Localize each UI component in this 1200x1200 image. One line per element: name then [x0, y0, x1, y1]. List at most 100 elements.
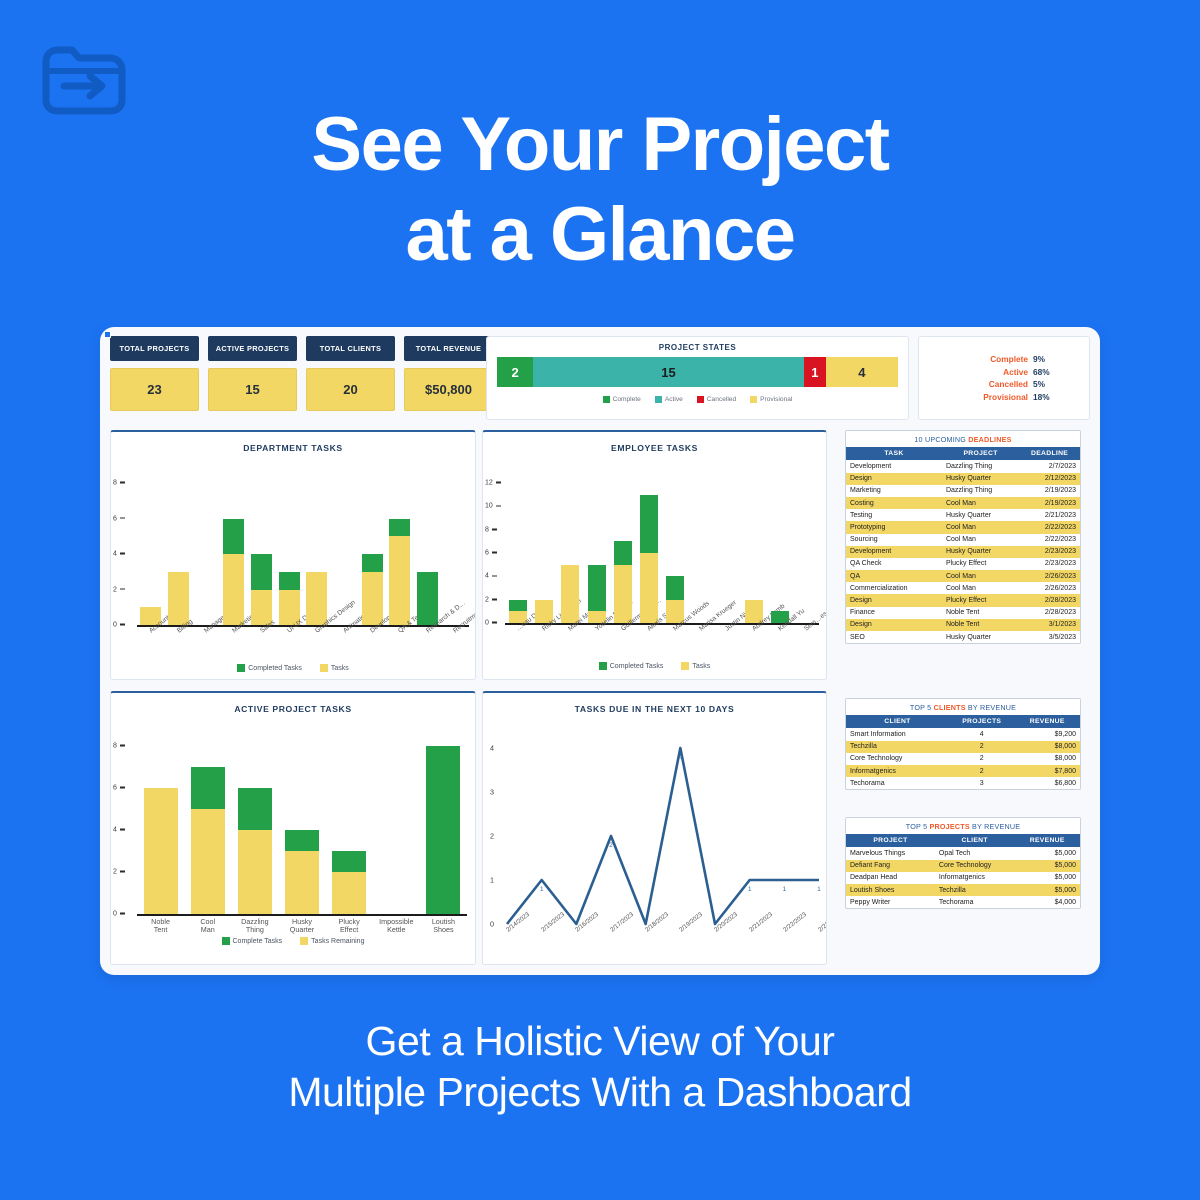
footer-line-1: Get a Holistic View of Your: [365, 1018, 835, 1064]
bar-segment-completed: [509, 599, 528, 612]
data-point-label: 1: [747, 886, 752, 893]
bar-column: [237, 788, 272, 914]
table-cell: Husky Quarter: [941, 472, 1020, 485]
table-row: Loutish Shoes Techzilla $5,000: [846, 883, 1080, 897]
table-cell: 4: [979, 730, 984, 738]
table-row: Techzilla 2 $8,000: [846, 740, 1080, 753]
table-cell: 2/19/2023: [1019, 496, 1080, 510]
y-axis-tick: 6: [113, 515, 475, 522]
data-point-label: 1: [539, 886, 544, 893]
table-cell: Opal Tech: [938, 849, 971, 857]
bar-column: [587, 564, 606, 623]
footer-line-2: Multiple Projects With a Dashboard: [288, 1069, 912, 1116]
legend-swatch: [654, 396, 662, 403]
table-row: Commercialization Cool Man 2/26/2023: [846, 582, 1080, 594]
table-row: Smart Information 4 $9,200: [846, 728, 1080, 740]
table-cell: Techorama: [850, 779, 885, 787]
state-percent-label: Provisional: [983, 391, 1028, 402]
legend-label: Tasks: [692, 662, 711, 670]
bar-segment-completed: [278, 571, 300, 590]
table-row: Core Technology 2 $8,000: [846, 753, 1080, 765]
bar-segment-completed: [251, 554, 272, 590]
page-footer: Get a Holistic View of Your Multiple Pro…: [0, 1016, 1200, 1119]
x-axis-label: Loutish Shoes: [431, 917, 455, 935]
bar-column: [639, 494, 658, 623]
bar-segment-tasks: [561, 564, 580, 623]
bar-segment-tasks: [223, 554, 245, 625]
legend-swatch: [681, 662, 690, 670]
active-project-tasks-title: ACTIVE PROJECT TASKS: [234, 704, 352, 714]
bar-segment-tasks: [389, 536, 411, 625]
table-cell: Commercialization: [850, 584, 908, 592]
kpi-label: TOTAL REVENUE: [404, 336, 493, 361]
clients-caption-highlight: CLIENTS: [933, 703, 966, 712]
table-cell: $8,000: [1014, 740, 1080, 753]
state-segment-complete: 2: [497, 357, 534, 387]
bar-segment-tasks: [613, 564, 632, 623]
legend-swatch: [237, 664, 246, 672]
table-row: SEO Husky Quarter 3/5/2023: [846, 631, 1080, 643]
department-tasks-title: DEPARTMENT TASKS: [243, 443, 343, 453]
state-percent-value: 9%: [1033, 354, 1045, 365]
table-cell: $7,800: [1014, 764, 1080, 778]
legend-item: Tasks Remaining: [300, 937, 364, 945]
deadlines-caption: 10 UPCOMING DEADLINES: [846, 431, 1080, 447]
legend-swatch: [598, 662, 607, 670]
state-percent-row: Complete 9%: [945, 354, 1063, 364]
table-cell: $5,000: [1014, 883, 1080, 897]
state-segment-provisional: 4: [825, 357, 898, 387]
state-segment-active: 15: [533, 357, 804, 387]
table-cell: 2/12/2023: [1019, 472, 1080, 485]
table-cell: Husky Quarter: [941, 545, 1020, 558]
upcoming-deadlines-table: 10 UPCOMING DEADLINES TASK PROJECT DEADLIN…: [845, 430, 1081, 645]
x-axis-line: [137, 914, 467, 916]
bar-column: [613, 541, 632, 623]
tasks-due-card: TASKS DUE IN THE NEXT 10 DAYS 0123412411…: [482, 691, 827, 965]
selection-handle[interactable]: [104, 331, 111, 338]
bar-column: [417, 571, 438, 625]
table-row: Marvelous Things Opal Tech $5,000: [846, 847, 1080, 859]
legend-item: Complete: [602, 396, 641, 403]
bar-segment-tasks: [143, 788, 178, 914]
bar-segment-completed: [190, 767, 225, 809]
table-cell: Prototyping: [846, 521, 942, 534]
table-row: Finance Noble Tent 2/28/2023: [846, 607, 1080, 619]
table-cell: $8,000: [1054, 755, 1076, 763]
table-cell: Development: [850, 462, 892, 470]
kpi-card: TOTAL CLIENTS 20: [306, 336, 395, 411]
legend-label: Cancelled: [706, 396, 737, 403]
bar-segment-completed: [237, 788, 272, 830]
bar-column: [666, 576, 685, 623]
data-point-label: 1: [817, 886, 821, 893]
table-cell: QA Check: [850, 560, 882, 568]
legend-swatch: [319, 664, 328, 672]
headline-line-1: See Your Project: [311, 102, 890, 187]
bar-segment-tasks: [237, 830, 272, 914]
bar-segment-tasks: [190, 809, 225, 914]
kpi-label: TOTAL CLIENTS: [306, 336, 395, 361]
table-cell: Techzilla: [846, 740, 949, 753]
table-row: QA Check Plucky Effect 2/23/2023: [846, 558, 1080, 570]
bar-column: [278, 571, 300, 625]
state-percent-label: Cancelled: [988, 379, 1028, 390]
projects-caption: TOP 5 PROJECTS BY REVENUE: [846, 818, 1080, 834]
table-cell: 2/19/2023: [1044, 487, 1076, 495]
x-axis-label: Dazzling Thing: [241, 917, 269, 935]
state-percent-panel: Complete 9% Active 68% Cancelled 5% Provisiona…: [918, 336, 1090, 420]
table-row: Design Plucky Effect 2/28/2023: [846, 594, 1080, 607]
clients-caption-post: BY REVENUE: [965, 703, 1017, 712]
x-axis-label: Husky Quarter: [289, 917, 315, 935]
table-row: Informatgenics 2 $7,800: [846, 764, 1080, 778]
kpi-value: 15: [208, 368, 297, 411]
table-cell: Defiant Fang: [846, 859, 935, 872]
table-cell: 2/22/2023: [1044, 536, 1076, 544]
project-states-bar: 2 15 1 4: [497, 357, 898, 387]
table-cell: Marketing: [850, 487, 881, 495]
bar-segment-completed: [285, 830, 319, 851]
department-tasks-plot: 0 2 4 6 8 Accounts Billing Management Marketing S…: [111, 453, 475, 671]
table-cell: Cool Man: [945, 584, 976, 592]
legend-label: Active: [664, 396, 683, 403]
kpi-label: ACTIVE PROJECTS: [208, 336, 297, 361]
top-projects-table: TOP 5 PROJECTS BY REVENUE PROJECT CLIENT R…: [845, 817, 1081, 910]
legend-label: Provisional: [760, 396, 793, 403]
